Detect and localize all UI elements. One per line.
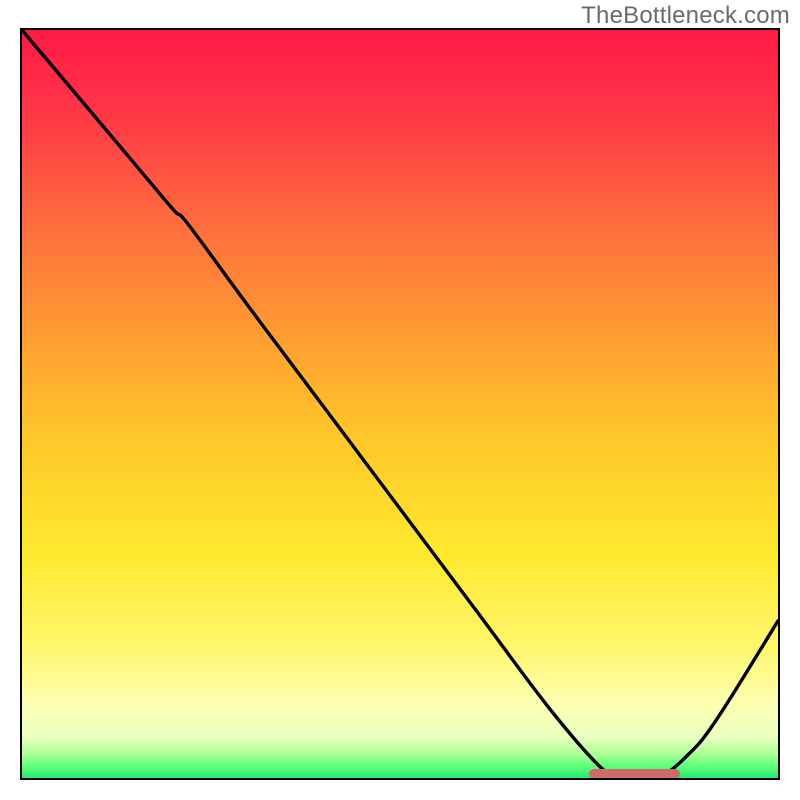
bottleneck-curve-path bbox=[22, 30, 778, 780]
bottleneck-chart: TheBottleneck.com bbox=[0, 0, 800, 800]
curve-layer bbox=[22, 30, 778, 778]
optimal-range-marker bbox=[589, 769, 680, 778]
plot-area bbox=[20, 28, 780, 780]
watermark-text: TheBottleneck.com bbox=[581, 2, 790, 30]
